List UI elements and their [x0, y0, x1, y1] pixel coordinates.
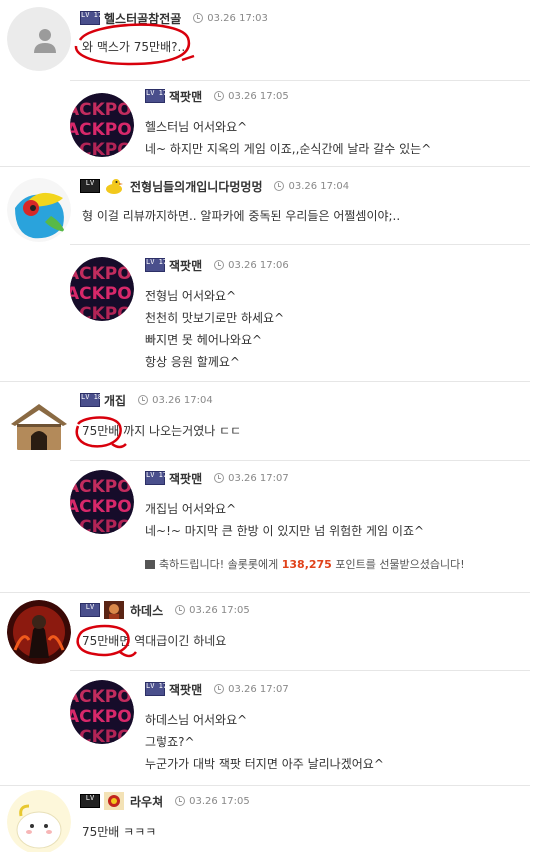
comment-text: 항상 응원 할께요^	[145, 355, 240, 369]
level-badge: LV 179	[145, 682, 171, 696]
hades-avatar[interactable]	[7, 600, 71, 664]
character-badge-icon	[104, 601, 124, 619]
jackpot-avatar[interactable]: ACKPO ACKPO ACKPO	[70, 470, 134, 534]
gift-icon	[145, 560, 155, 569]
author-name[interactable]: 잭팟맨	[169, 681, 202, 698]
divider	[70, 460, 530, 461]
comment-text: 네~ 하지만 지옥의 게임 이죠,,순식간에 날라 갈수 있는^	[145, 142, 432, 156]
comment-text: 하데스님 어서와요^	[145, 713, 248, 727]
svg-text:ACKPO: ACKPO	[70, 140, 132, 157]
clock-icon	[214, 260, 225, 270]
comment-text: 개집님 어서와요^	[145, 502, 237, 516]
comment-text: 헬스터님 어서와요^	[145, 120, 248, 134]
parrot-avatar[interactable]	[7, 178, 71, 242]
svg-text:ACKPO: ACKPO	[70, 284, 132, 304]
divider	[0, 166, 530, 167]
level-badge: LV 173	[80, 11, 106, 25]
clock-icon	[138, 395, 149, 405]
timestamp: 03.26 17:05	[189, 795, 250, 807]
comment-text: 75만배 ㅋㅋㅋ	[82, 825, 157, 839]
comment-text: 그렇죠?^	[145, 735, 195, 749]
clock-icon	[274, 181, 285, 191]
author-name[interactable]: 헬스터골참전골	[104, 10, 181, 27]
jackpot-avatar[interactable]: ACKPO ACKPO ACKPO	[70, 680, 134, 744]
level-badge: LV 179	[145, 471, 171, 485]
author-name[interactable]: 잭팟맨	[169, 88, 202, 105]
timestamp: 03.26 17:07	[228, 472, 289, 484]
svg-text:ACKPO: ACKPO	[70, 304, 132, 321]
svg-text:ACKPO: ACKPO	[70, 707, 132, 727]
svg-text:ACKPO: ACKPO	[70, 687, 132, 707]
comment-text: 75만배면 역대급이긴 하네요	[82, 634, 227, 648]
timestamp: 03.26 17:05	[189, 604, 250, 616]
svg-text:ACKPO: ACKPO	[70, 264, 132, 284]
level-badge: LV	[80, 794, 100, 808]
clock-icon	[214, 473, 225, 483]
clock-icon	[214, 684, 225, 694]
emblem-badge-icon	[104, 792, 124, 810]
divider	[0, 381, 530, 382]
timestamp: 03.26 17:07	[228, 683, 289, 695]
svg-text:ACKPO: ACKPO	[70, 727, 132, 744]
mascot-avatar[interactable]	[7, 790, 71, 852]
svg-text:ACKPO: ACKPO	[70, 100, 132, 120]
level-badge: LV 182	[80, 393, 106, 407]
comment-text: 전형님 어서와요^	[145, 289, 237, 303]
svg-text:ACKPO: ACKPO	[70, 120, 132, 140]
comment-text: 누군가가 대박 잭팟 터지면 아주 날리나겠어요^	[145, 757, 384, 771]
clock-icon	[214, 91, 225, 101]
author-name[interactable]: 전형님들의개입니다멍멍멍	[130, 178, 262, 195]
timestamp: 03.26 17:04	[288, 180, 350, 192]
gift-points: 138,275	[281, 558, 332, 571]
divider	[0, 592, 530, 593]
timestamp: 03.26 17:03	[207, 12, 268, 24]
author-name[interactable]: 잭팟맨	[169, 470, 202, 487]
author-name[interactable]: 개집	[104, 392, 126, 409]
clock-icon	[175, 796, 186, 806]
divider	[70, 80, 530, 81]
level-badge: LV 179	[145, 258, 171, 272]
doghouse-avatar[interactable]	[7, 394, 71, 458]
duck-badge-icon	[104, 177, 124, 195]
clock-icon	[193, 13, 204, 23]
comment-text: 75만배 까지 나오는거였나 ㄷㄷ	[82, 424, 242, 438]
author-name[interactable]: 잭팟맨	[169, 257, 202, 274]
comment-text: 천천히 맛보기로만 하세요^	[145, 311, 285, 325]
default-avatar[interactable]	[7, 7, 71, 71]
svg-text:ACKPO: ACKPO	[70, 497, 132, 517]
gift-notice: 축하드립니다! 솔롯롯에게 138,275 포인트를 선물받으셨습니다!	[145, 556, 465, 572]
timestamp: 03.26 17:06	[228, 259, 289, 271]
level-badge: LV	[80, 179, 100, 193]
timestamp: 03.26 17:04	[152, 394, 213, 406]
timestamp: 03.26 17:05	[228, 90, 289, 102]
jackpot-avatar[interactable]: ACKPO ACKPO ACKPO	[70, 93, 134, 157]
level-badge: LV	[80, 603, 100, 617]
svg-text:ACKPO: ACKPO	[70, 477, 132, 497]
comment-text: 와 맥스가 75만배?..	[82, 40, 186, 54]
author-name[interactable]: 라우쳐	[130, 793, 163, 810]
comment-text: 형 이걸 리뷰까지하면.. 알파카에 중독된 우리들은 어쩔셈이야;..	[82, 209, 401, 223]
clock-icon	[175, 605, 186, 615]
svg-text:ACKPO: ACKPO	[70, 517, 132, 534]
comment-text: 네~!~ 마지막 큰 한방 이 있지만 넘 위험한 게임 이죠^	[145, 524, 425, 538]
divider	[70, 244, 530, 245]
level-badge: LV 179	[145, 89, 171, 103]
divider	[0, 785, 530, 786]
divider	[70, 670, 530, 671]
jackpot-avatar[interactable]: ACKPO ACKPO ACKPO	[70, 257, 134, 321]
comment-text: 빠지면 못 헤어나와요^	[145, 333, 263, 347]
author-name[interactable]: 하데스	[130, 602, 163, 619]
